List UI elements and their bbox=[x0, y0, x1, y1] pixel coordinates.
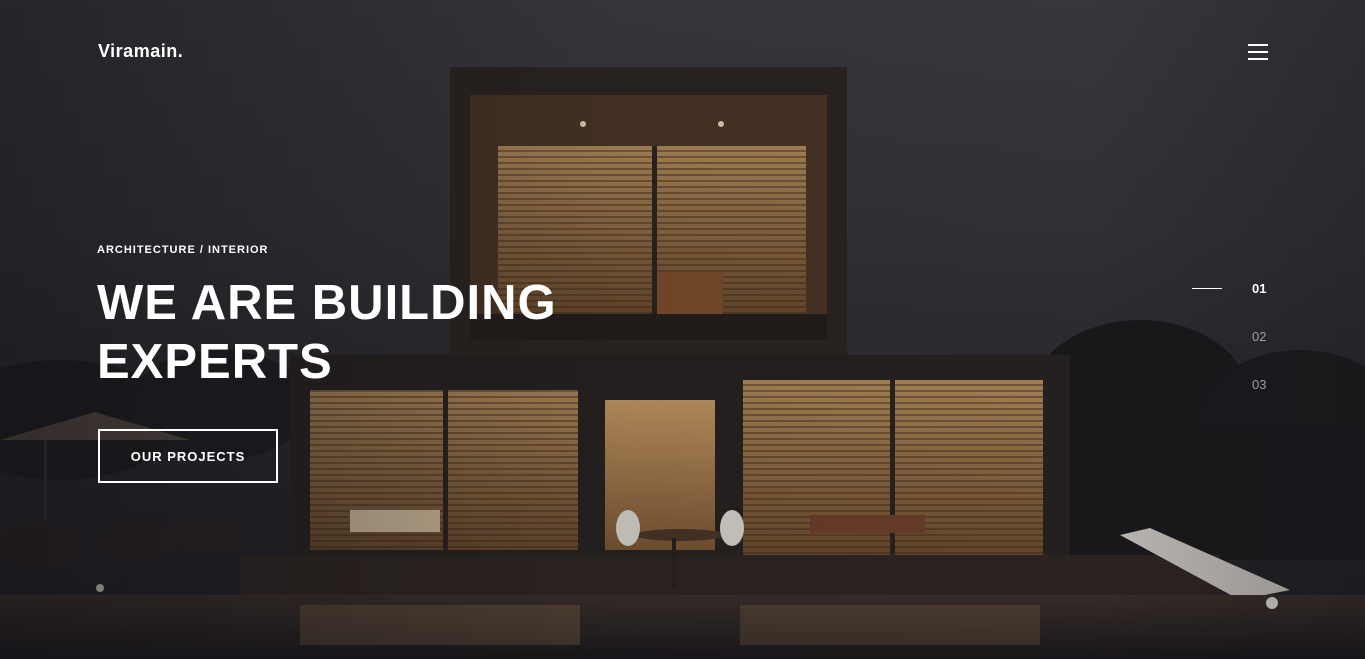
slide-number: 01 bbox=[1252, 280, 1267, 296]
hero-headline: WE ARE BUILDING EXPERTS bbox=[97, 274, 657, 392]
headline-line-2: EXPERTS bbox=[97, 335, 333, 389]
menu-bar-bottom bbox=[1248, 58, 1268, 60]
slide-indicator-02[interactable]: 02 bbox=[1180, 325, 1270, 347]
hero-section: Viramain. ARCHITECTURE / INTERIOR WE ARE… bbox=[0, 0, 1365, 659]
slide-number: 02 bbox=[1252, 328, 1267, 344]
slide-number: 03 bbox=[1252, 376, 1267, 392]
slide-indicator-01[interactable]: 01 bbox=[1180, 277, 1270, 299]
hero-eyebrow: ARCHITECTURE / INTERIOR bbox=[97, 244, 269, 256]
our-projects-button[interactable]: OUR PROJECTS bbox=[98, 429, 278, 483]
site-logo[interactable]: Viramain. bbox=[98, 41, 183, 62]
hamburger-menu-icon[interactable] bbox=[1246, 42, 1270, 62]
menu-bar-middle bbox=[1248, 51, 1268, 53]
headline-line-1: WE ARE BUILDING bbox=[97, 276, 557, 330]
slide-indicator-03[interactable]: 03 bbox=[1180, 373, 1270, 395]
menu-bar-top bbox=[1248, 44, 1268, 46]
active-slide-line bbox=[1192, 287, 1222, 289]
